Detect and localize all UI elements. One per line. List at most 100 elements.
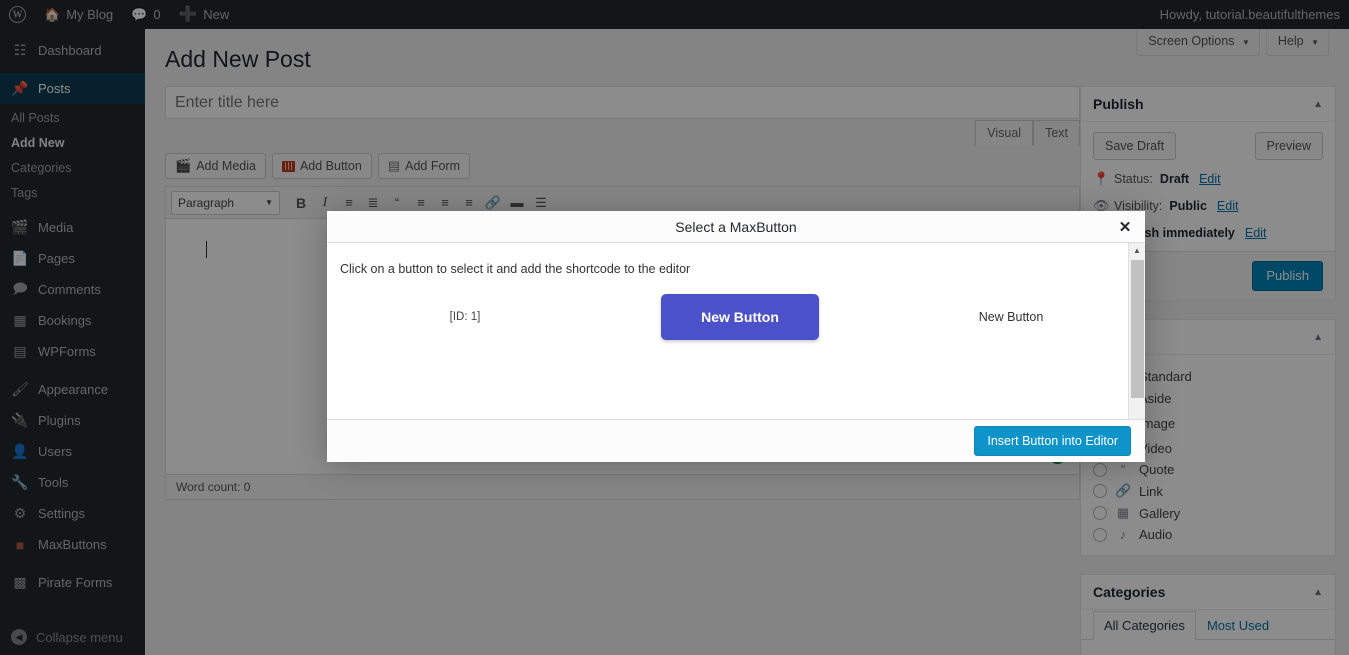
format-option-audio[interactable]: ♪ Audio	[1093, 524, 1323, 545]
sidebar-item-label: Media	[38, 220, 74, 235]
paragraph-format-select[interactable]: Paragraph ▼	[171, 190, 280, 215]
chevron-down-icon: ▼	[1241, 38, 1250, 47]
chevron-up-icon[interactable]: ▲	[1313, 587, 1323, 598]
pin-icon: 📌	[11, 80, 29, 96]
sidebar-item-maxbuttons[interactable]: ■ MaxButtons	[0, 529, 145, 560]
add-form-button[interactable]: ▤ Add Form	[377, 153, 470, 179]
sidebar-item-appearance[interactable]: 🖌 Appearance	[0, 374, 145, 405]
modal-footer: Insert Button into Editor	[327, 419, 1145, 462]
add-form-icon: ▤	[387, 158, 401, 173]
sidebar-item-wpforms[interactable]: ▤ WPForms	[0, 336, 145, 367]
chevron-left-circle-icon: ◀	[11, 629, 27, 645]
sidebar-item-comments[interactable]: 🗩 Comments	[0, 274, 145, 305]
categories-metabox-title: Categories	[1093, 584, 1166, 600]
tab-text[interactable]: Text	[1033, 120, 1080, 146]
paragraph-format-value: Paragraph	[178, 195, 235, 210]
chevron-up-icon[interactable]: ▲	[1313, 332, 1323, 343]
appearance-brush-icon: 🖌	[11, 381, 29, 397]
scroll-up-arrow-icon[interactable]: ▲	[1129, 243, 1145, 258]
maxbuttons-add-button-icon	[281, 160, 295, 172]
pin-marker-icon: 📍	[1093, 171, 1110, 186]
plus-icon: ➕	[178, 6, 198, 23]
sidebar-item-users[interactable]: 👤 Users	[0, 436, 145, 467]
help-button[interactable]: Help ▼	[1265, 29, 1329, 56]
maxbutton-new-button[interactable]: New Button	[661, 294, 819, 340]
post-title-input[interactable]	[165, 86, 1080, 119]
wp-logo-menu[interactable]	[0, 0, 35, 29]
tab-visual[interactable]: Visual	[975, 120, 1034, 146]
settings-gear-icon: ⚙	[13, 505, 27, 521]
radio-button[interactable]	[1093, 527, 1107, 542]
comment-bubble-icon: 💬	[131, 7, 148, 22]
publish-metabox-header[interactable]: Publish ▲	[1081, 87, 1335, 122]
sidebar-item-bookings[interactable]: ▦ Bookings	[0, 305, 145, 336]
screen-meta-links: Screen Options ▼ Help ▼	[1136, 29, 1329, 56]
sidebar-item-label: Tools	[38, 475, 69, 490]
sidebar-item-media[interactable]: 🎬 Media	[0, 212, 145, 243]
comments-count: 0	[153, 7, 161, 22]
sidebar-item-categories[interactable]: Categories	[0, 156, 145, 181]
sidebar-item-pirate-forms[interactable]: ▩ Pirate Forms	[0, 567, 145, 598]
schedule-edit-link[interactable]: Edit	[1245, 226, 1267, 240]
format-option-link[interactable]: 🔗 Link	[1093, 480, 1323, 502]
screen-options-button[interactable]: Screen Options ▼	[1136, 29, 1260, 56]
insert-button-into-editor-button[interactable]: Insert Button into Editor	[974, 426, 1131, 456]
format-option-label: Quote	[1139, 462, 1175, 477]
visibility-edit-link[interactable]: Edit	[1217, 199, 1239, 213]
radio-button[interactable]	[1093, 484, 1107, 498]
maxbuttons-list: [ID: 1] New Button New Button	[327, 294, 1145, 340]
radio-button[interactable]	[1093, 462, 1107, 477]
pirate-forms-icon: ▩	[13, 574, 27, 590]
comments-menu[interactable]: 💬 0	[122, 0, 169, 29]
tab-all-categories[interactable]: All Categories	[1093, 611, 1196, 640]
format-option-label: Gallery	[1139, 505, 1181, 521]
status-label: Status:	[1114, 172, 1153, 186]
pages-icon: 📄	[11, 250, 29, 266]
categories-metabox-header[interactable]: Categories ▲	[1081, 575, 1335, 610]
sidebar-item-plugins[interactable]: 🔌 Plugins	[0, 405, 145, 436]
sidebar-item-add-new[interactable]: Add New	[0, 131, 145, 156]
plugins-icon: 🔌	[11, 412, 29, 428]
collapse-menu-label: Collapse menu	[36, 629, 123, 645]
tab-most-used[interactable]: Most Used	[1196, 611, 1280, 640]
admin-sidebar-menu: ☷ Dashboard 📌 Posts All Posts Add New Ca…	[0, 29, 145, 655]
scrollbar-thumb[interactable]	[1131, 260, 1144, 398]
site-name-label: My Blog	[66, 7, 114, 22]
publish-button[interactable]: Publish	[1252, 261, 1323, 291]
bold-icon[interactable]: B	[290, 191, 312, 215]
add-button-label: Add Button	[299, 159, 362, 173]
modal-scrollbar[interactable]: ▲	[1128, 243, 1145, 419]
save-draft-button[interactable]: Save Draft	[1093, 132, 1177, 160]
radio-button[interactable]	[1093, 506, 1107, 520]
my-account-menu[interactable]: Howdy, tutorial.beautifulthemes	[1151, 0, 1349, 29]
sidebar-item-posts[interactable]: 📌 Posts	[0, 73, 145, 104]
new-content-menu[interactable]: ➕ New	[170, 0, 239, 29]
wpforms-icon: ▤	[13, 343, 27, 359]
collapse-menu-button[interactable]: ◀ Collapse menu	[0, 629, 145, 645]
sidebar-item-tools[interactable]: 🔧 Tools	[0, 467, 145, 498]
sidebar-item-label: Pages	[38, 251, 75, 266]
preview-button[interactable]: Preview	[1254, 132, 1323, 160]
status-edit-link[interactable]: Edit	[1199, 172, 1221, 186]
format-option-label: Audio	[1139, 527, 1173, 542]
format-option-quote[interactable]: ” Quote	[1093, 459, 1323, 480]
howdy-label: Howdy, tutorial.beautifulthemes	[1159, 7, 1340, 22]
sidebar-item-tags[interactable]: Tags	[0, 181, 145, 206]
sidebar-item-dashboard[interactable]: ☷ Dashboard	[0, 35, 145, 66]
sidebar-item-all-posts[interactable]: All Posts	[0, 106, 145, 131]
add-media-button[interactable]: 🎬 Add Media	[165, 153, 266, 179]
close-x-icon[interactable]: ✕	[1113, 215, 1137, 239]
button-id-cell: [ID: 1]	[449, 311, 481, 323]
status-value: Draft	[1159, 172, 1190, 186]
add-button-button[interactable]: Add Button	[271, 153, 372, 179]
format-option-label: Link	[1139, 483, 1163, 499]
sidebar-item-label: Pirate Forms	[38, 575, 113, 590]
modal-hint-text: Click on a button to select it and add t…	[340, 262, 691, 276]
sidebar-item-label: Comments	[38, 282, 101, 297]
help-label: Help	[1277, 34, 1304, 48]
format-option-gallery[interactable]: ▦ Gallery	[1093, 502, 1323, 524]
sidebar-item-pages[interactable]: 📄 Pages	[0, 243, 145, 274]
sidebar-item-settings[interactable]: ⚙ Settings	[0, 498, 145, 529]
chevron-up-icon[interactable]: ▲	[1313, 99, 1323, 110]
site-name-menu[interactable]: 🏠 My Blog	[35, 0, 122, 29]
